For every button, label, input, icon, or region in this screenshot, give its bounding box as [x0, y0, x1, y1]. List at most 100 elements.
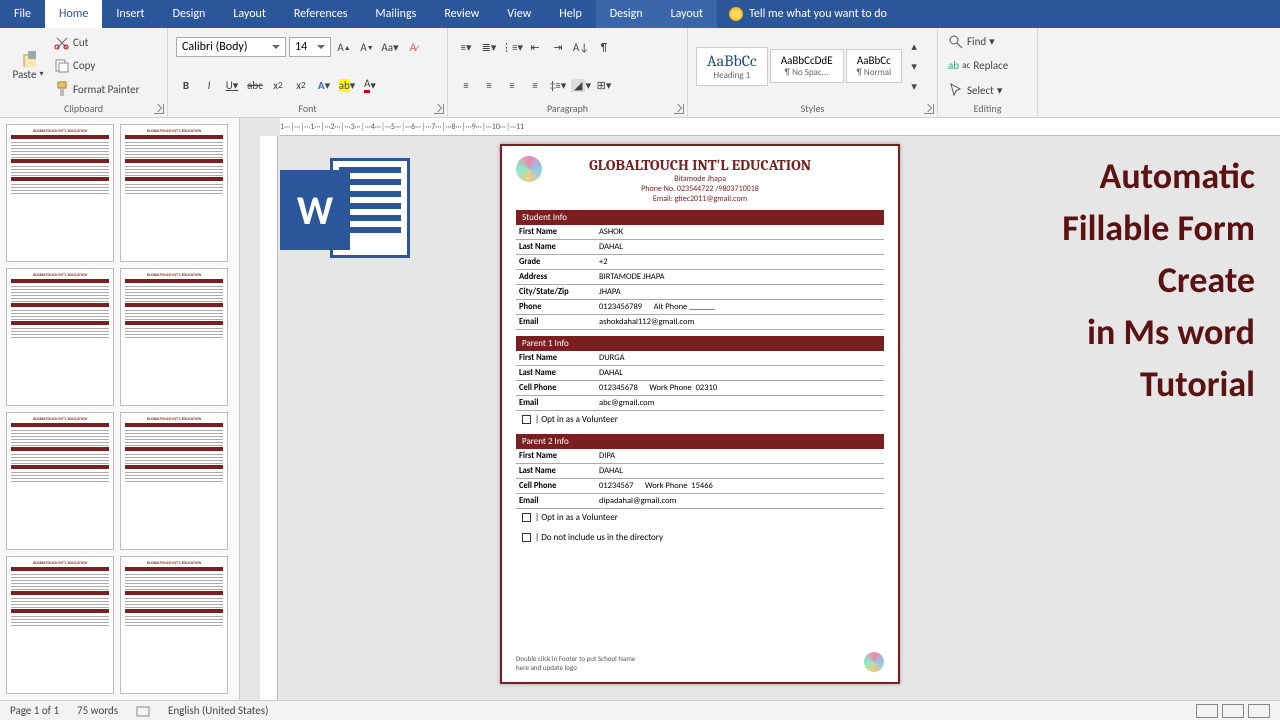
section-student-header: Student Info [516, 210, 884, 225]
parent1-opt-label: Opt in as a Volunteer [541, 414, 618, 425]
tab-file[interactable]: File [0, 0, 45, 28]
tab-table-design[interactable]: Design [596, 0, 657, 28]
paragraph-launcher[interactable] [674, 104, 684, 114]
subscript-button[interactable]: x2 [268, 75, 288, 95]
page-thumbnail[interactable]: GLOBALTOUCH INT'L EDUCATION [6, 556, 114, 694]
highlight-button[interactable]: ab▾ [337, 75, 357, 95]
directory-label: Do not include us in the directory [541, 532, 663, 543]
styles-up-button[interactable]: ▴ [904, 36, 924, 56]
tab-insert[interactable]: Insert [102, 0, 158, 28]
bold-button[interactable]: B [176, 75, 196, 95]
justify-button[interactable]: ≡ [525, 75, 545, 95]
font-color-button[interactable]: A▾ [360, 75, 380, 95]
status-page[interactable]: Page 1 of 1 [10, 704, 59, 717]
page-thumbnail[interactable]: GLOBALTOUCH INT'L EDUCATION [6, 124, 114, 262]
page-thumbnail[interactable]: GLOBALTOUCH INT'L EDUCATION [6, 412, 114, 550]
table-row: AddressBIRTAMODE JHAPA [516, 270, 884, 285]
shading-button[interactable]: ◢▾ [571, 75, 591, 95]
tab-review[interactable]: Review [430, 0, 493, 28]
parent1-table: First NameDURGALast NameDAHALCell Phone0… [516, 351, 884, 411]
search-icon [948, 34, 964, 50]
borders-button[interactable]: ⊞▾ [594, 75, 614, 95]
numbering-button[interactable]: ≣▾ [479, 37, 499, 57]
parent1-volunteer-checkbox[interactable] [522, 415, 531, 424]
format-painter-button[interactable]: Format Painter [52, 80, 141, 98]
bullets-button[interactable]: ≡▾ [456, 37, 476, 57]
directory-checkbox[interactable] [522, 533, 531, 542]
parent2-volunteer-checkbox[interactable] [522, 513, 531, 522]
horizontal-ruler[interactable]: 1···│···│···1···│···2···│···3···│···4···… [280, 118, 1280, 136]
table-row: First NameDURGA [516, 351, 884, 366]
spellcheck-icon[interactable] [136, 704, 150, 718]
align-center-button[interactable]: ≡ [479, 75, 499, 95]
document-page[interactable]: GLOBALTOUCH INT'L EDUCATION Bitamode Jha… [500, 144, 900, 684]
status-language[interactable]: English (United States) [168, 704, 268, 717]
parent2-table: First NameDIPALast NameDAHALCell Phone01… [516, 449, 884, 509]
find-button[interactable]: Find ▾ [946, 33, 1029, 51]
table-row: First NameASHOK [516, 225, 884, 240]
table-row: Grade+2 [516, 255, 884, 270]
styles-down-button[interactable]: ▾ [904, 56, 924, 76]
table-row: Emailabc@gmail.com [516, 396, 884, 411]
align-left-button[interactable]: ≡ [456, 75, 476, 95]
vertical-ruler[interactable] [260, 136, 278, 700]
font-name-combo[interactable]: Calibri (Body) [176, 37, 286, 57]
view-web-button[interactable] [1248, 704, 1270, 718]
tab-home[interactable]: Home [45, 0, 102, 28]
page-subtitle-3: Email: gtiec2011@gmail.com [516, 194, 884, 204]
select-button[interactable]: Select ▾ [946, 81, 1029, 99]
clear-format-button[interactable]: A̷ [403, 37, 423, 57]
navigation-pane[interactable]: /* placeholder */ GLOBALTOUCH INT'L EDUC… [0, 118, 240, 700]
group-label-styles: Styles [696, 101, 929, 115]
page-thumbnail[interactable]: GLOBALTOUCH INT'L EDUCATION [6, 268, 114, 406]
line-spacing-button[interactable]: ‡≡▾ [548, 75, 568, 95]
page-thumbnail[interactable]: GLOBALTOUCH INT'L EDUCATION [120, 556, 228, 694]
tab-references[interactable]: References [280, 0, 362, 28]
status-words[interactable]: 75 words [77, 704, 118, 717]
font-launcher[interactable] [434, 104, 444, 114]
multilevel-button[interactable]: ⋮≡▾ [502, 37, 522, 57]
tab-mailings[interactable]: Mailings [361, 0, 430, 28]
style-normal[interactable]: AaBbCc¶ Normal [846, 49, 903, 83]
superscript-button[interactable]: x2 [291, 75, 311, 95]
tab-table-layout[interactable]: Layout [657, 0, 718, 28]
clipboard-launcher[interactable] [154, 104, 164, 114]
cursor-icon [948, 82, 964, 98]
text-effects-button[interactable]: A▾ [314, 75, 334, 95]
tab-layout[interactable]: Layout [219, 0, 280, 28]
strike-button[interactable]: abc [245, 75, 265, 95]
replace-button[interactable]: abac Replace [946, 58, 1029, 73]
show-marks-button[interactable]: ¶ [594, 37, 614, 57]
tab-design[interactable]: Design [159, 0, 220, 28]
student-table: First NameASHOKLast NameDAHALGrade+2Addr… [516, 225, 884, 330]
change-case-button[interactable]: Aa▾ [380, 37, 400, 57]
view-read-button[interactable] [1196, 704, 1218, 718]
decrease-indent-button[interactable]: ⇤ [525, 37, 545, 57]
styles-launcher[interactable] [924, 104, 934, 114]
page-thumbnail[interactable]: GLOBALTOUCH INT'L EDUCATION [120, 268, 228, 406]
grow-font-button[interactable]: A▲ [334, 37, 354, 57]
table-row: City/State/ZipJHAPA [516, 285, 884, 300]
sort-button[interactable]: A↓ [571, 37, 591, 57]
paste-button[interactable]: Paste ▾ [11, 67, 46, 82]
underline-button[interactable]: U▾ [222, 75, 242, 95]
cut-button[interactable]: Cut [52, 34, 141, 52]
styles-more-button[interactable]: ▾ [904, 76, 924, 96]
page-thumbnail[interactable]: GLOBALTOUCH INT'L EDUCATION [120, 412, 228, 550]
tab-help[interactable]: Help [545, 0, 596, 28]
style-no-spacing[interactable]: AaBbCcDdE¶ No Spac... [770, 49, 844, 83]
style-heading1[interactable]: AaBbCcHeading 1 [696, 47, 768, 86]
table-row: Last NameDAHAL [516, 464, 884, 479]
increase-indent-button[interactable]: ⇥ [548, 37, 568, 57]
tell-me-box[interactable]: Tell me what you want to do [717, 0, 1280, 28]
font-size-combo[interactable]: 14 [289, 37, 331, 57]
italic-button[interactable]: I [199, 75, 219, 95]
copy-button[interactable]: Copy [52, 57, 141, 75]
tab-view[interactable]: View [493, 0, 545, 28]
page-thumbnail[interactable]: GLOBALTOUCH INT'L EDUCATION [120, 124, 228, 262]
align-right-button[interactable]: ≡ [502, 75, 522, 95]
bulb-icon [729, 7, 743, 21]
shrink-font-button[interactable]: A▼ [357, 37, 377, 57]
group-label-paragraph: Paragraph [456, 101, 679, 115]
view-print-button[interactable] [1222, 704, 1244, 718]
